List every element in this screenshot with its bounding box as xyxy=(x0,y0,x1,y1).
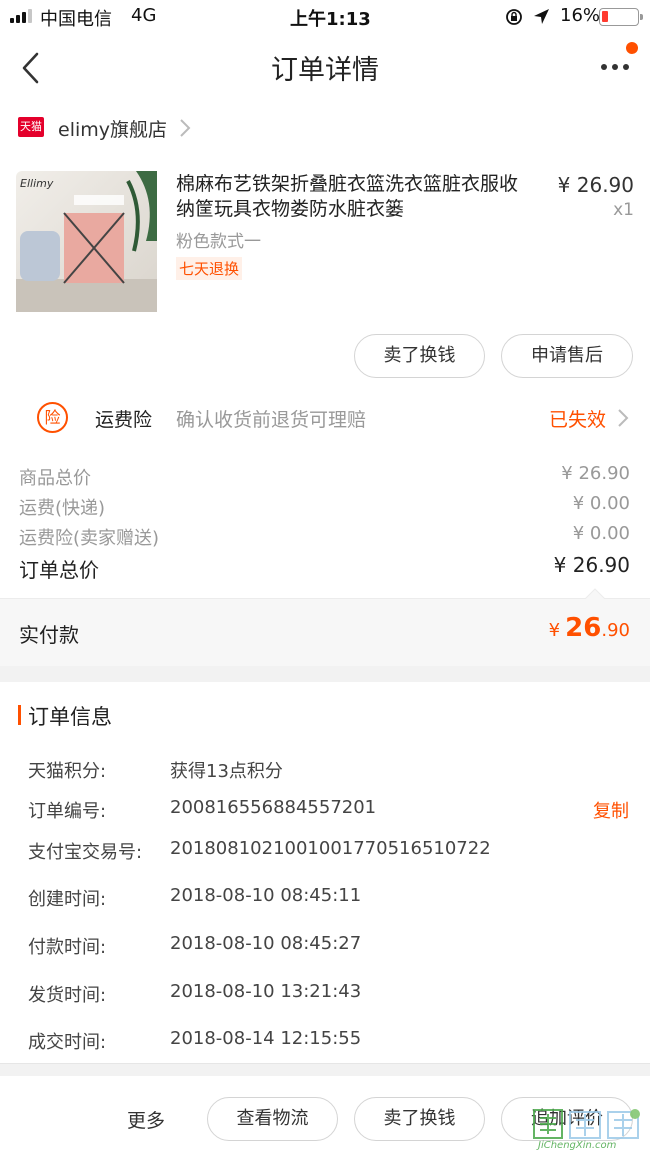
amount-paid-row: 实付款 ¥ 26.90 xyxy=(0,588,650,666)
product-variant: 粉色款式一 xyxy=(176,232,261,252)
created-time-label: 创建时间: xyxy=(28,889,107,910)
completed-time-label: 成交时间: xyxy=(28,1032,107,1053)
amount-paid-decimal: .90 xyxy=(601,620,630,641)
more-menu-button[interactable] xyxy=(598,56,634,82)
amount-paid-label: 实付款 xyxy=(19,623,79,647)
order-info-heading: 订单信息 xyxy=(28,705,112,729)
product-price: ¥ 26.90 xyxy=(557,173,634,197)
sell-for-cash-bottom-button[interactable]: 卖了换钱 xyxy=(354,1097,485,1141)
amount-paid-value: ¥ 26.90 xyxy=(549,613,630,643)
section-divider xyxy=(0,666,650,682)
battery-percent: 16% xyxy=(560,5,601,26)
insurance-status: 已失效 xyxy=(549,409,607,431)
notification-dot xyxy=(626,42,638,54)
points-label: 天猫积分: xyxy=(28,761,107,782)
copy-order-number-button[interactable]: 复制 xyxy=(593,797,629,823)
view-logistics-button[interactable]: 查看物流 xyxy=(207,1097,338,1141)
rotation-lock-icon xyxy=(506,9,522,25)
shipping-insurance-row[interactable]: 险 运费险 确认收货前退货可理赔 已失效 xyxy=(0,390,650,446)
alipay-transaction-value: 2018081021001001770516510722 xyxy=(170,838,491,859)
location-arrow-icon xyxy=(534,9,549,24)
shipped-time-label: 发货时间: xyxy=(28,985,107,1006)
more-actions-button[interactable]: 更多 xyxy=(127,1106,165,1133)
product-title[interactable]: 棉麻布艺铁架折叠脏衣篮洗衣篮脏衣服收纳筐玩具衣物娄防水脏衣篓 xyxy=(176,172,536,222)
status-bar: 中国电信 4G 上午1:13 16% xyxy=(0,0,650,34)
order-number-value: 200816556884557201 xyxy=(170,797,377,818)
insurance-fee-value: ¥ 0.00 xyxy=(572,523,630,544)
order-total-value: ¥ 26.90 xyxy=(553,553,630,577)
product-thumbnail[interactable] xyxy=(16,171,157,312)
subtotal-value: ¥ 26.90 xyxy=(561,463,630,484)
insurance-fee-label: 运费险(卖家赠送) xyxy=(19,528,160,549)
chevron-right-icon xyxy=(618,409,629,427)
paid-time-value: 2018-08-10 08:45:27 xyxy=(170,933,362,954)
carrier-name: 中国电信 xyxy=(40,9,112,30)
insurance-description: 确认收货前退货可理赔 xyxy=(176,409,367,431)
site-watermark: JiChengXin.com xyxy=(530,1106,648,1152)
product-quantity: x1 xyxy=(613,200,634,220)
paid-time-label: 付款时间: xyxy=(28,937,107,958)
network-type: 4G xyxy=(131,5,157,26)
after-sale-button[interactable]: 申请售后 xyxy=(501,334,633,378)
chevron-right-icon xyxy=(180,119,191,137)
bottom-divider xyxy=(0,1064,650,1076)
watermark-text: JiChengXin.com xyxy=(538,1140,617,1151)
insurance-title: 运费险 xyxy=(95,409,153,431)
amount-paid-currency: ¥ xyxy=(548,620,561,641)
shop-row[interactable]: 天猫 elimy旗舰店 xyxy=(0,100,650,156)
product-item[interactable]: Ellimy 棉麻布艺铁架折叠脏衣篮洗衣篮脏衣服收纳筐玩具衣物娄防水脏衣篓 粉色… xyxy=(0,160,650,330)
order-number-label: 订单编号: xyxy=(28,801,107,822)
section-accent-bar xyxy=(18,705,21,725)
shipping-fee-label: 运费(快递) xyxy=(19,498,106,519)
shop-name: elimy旗舰店 xyxy=(58,119,167,141)
clock: 上午1:13 xyxy=(290,9,371,30)
shipping-fee-value: ¥ 0.00 xyxy=(572,493,630,514)
insurance-icon: 险 xyxy=(37,402,68,433)
amount-paid-integer: 26 xyxy=(565,613,602,643)
caret-up-icon xyxy=(585,588,605,599)
order-total-label: 订单总价 xyxy=(19,558,99,582)
shipped-time-value: 2018-08-10 13:21:43 xyxy=(170,981,362,1002)
battery-icon xyxy=(599,8,643,26)
signal-strength-icon xyxy=(10,9,32,23)
subtotal-label: 商品总价 xyxy=(19,468,91,489)
watermark-logo-icon xyxy=(533,1109,640,1139)
sell-for-cash-button[interactable]: 卖了换钱 xyxy=(354,334,485,378)
completed-time-value: 2018-08-14 12:15:55 xyxy=(170,1028,362,1049)
price-summary: 商品总价 ¥ 26.90 运费(快递) ¥ 0.00 运费险(卖家赠送) ¥ 0… xyxy=(0,450,650,598)
page-title: 订单详情 xyxy=(271,55,379,86)
return-policy-badge: 七天退换 xyxy=(176,257,243,280)
product-image-brand: Ellimy xyxy=(20,177,54,190)
ellipsis-icon xyxy=(601,64,629,70)
alipay-transaction-label: 支付宝交易号: xyxy=(28,842,143,863)
tmall-badge-icon: 天猫 xyxy=(18,117,44,137)
points-value: 获得13点积分 xyxy=(170,761,283,782)
nav-bar: 订单详情 xyxy=(0,34,650,100)
order-info-section: 订单信息 天猫积分: 获得13点积分 订单编号: 200816556884557… xyxy=(0,682,650,1062)
created-time-value: 2018-08-10 08:45:11 xyxy=(170,885,362,906)
